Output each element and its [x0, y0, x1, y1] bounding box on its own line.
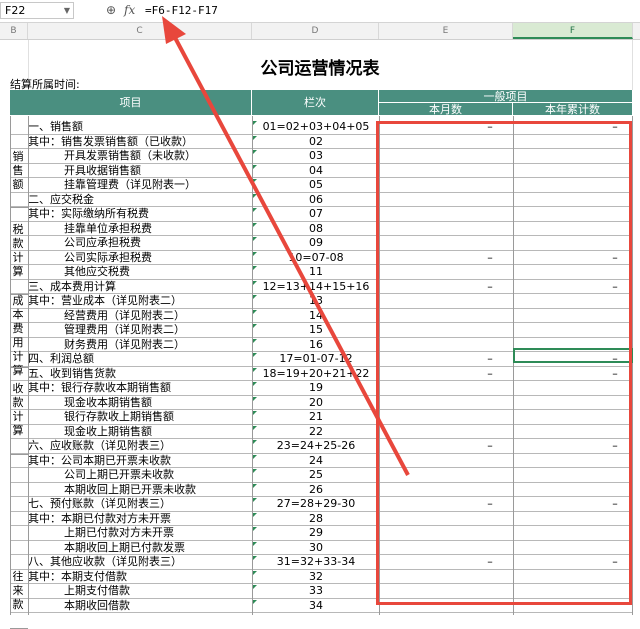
arrow-annotation [162, 16, 410, 476]
arrow-line [170, 31, 410, 476]
arrow-head-icon [162, 16, 186, 44]
group-separator [10, 627, 28, 629]
